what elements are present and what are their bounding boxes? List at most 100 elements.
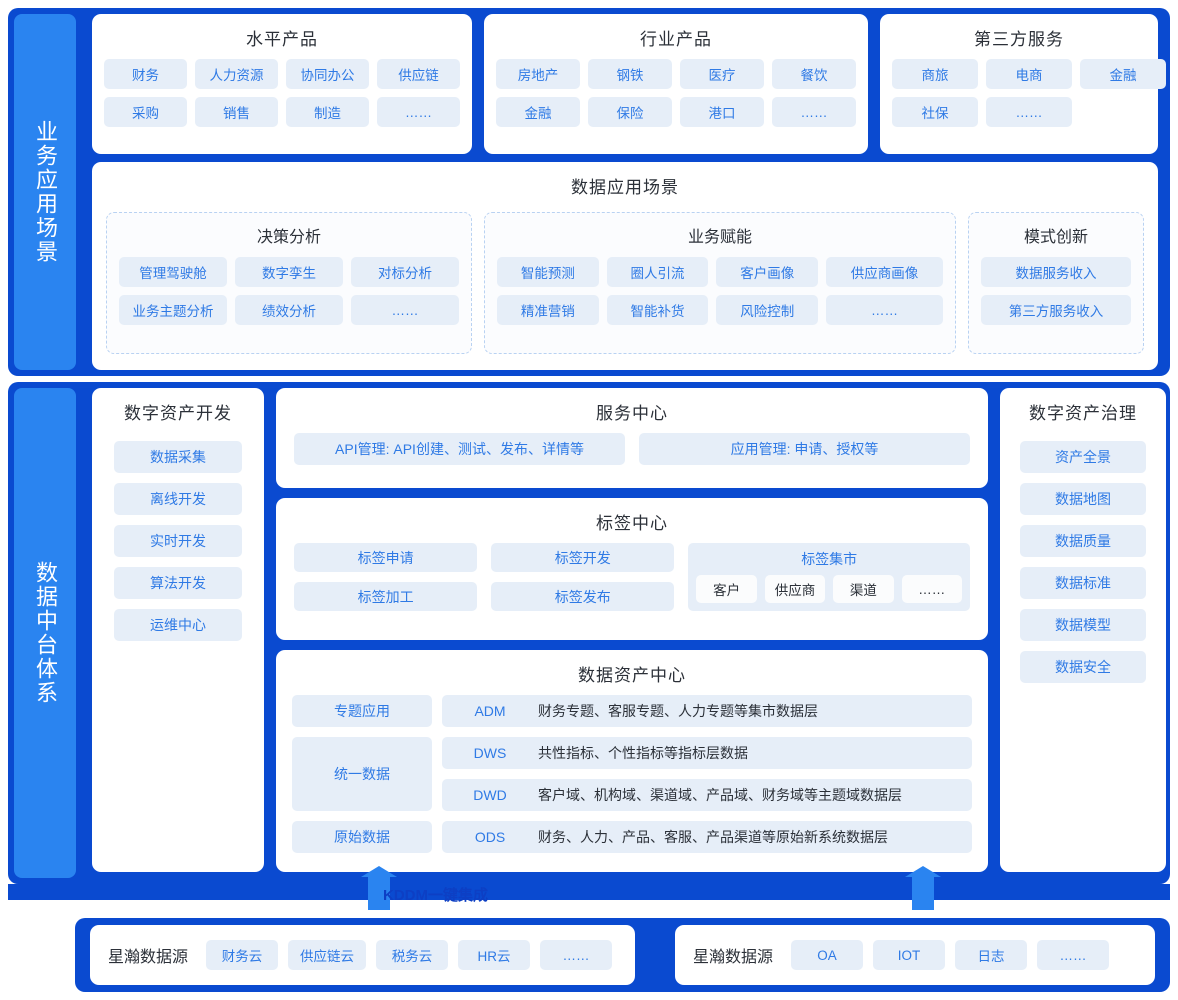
list-item[interactable]: 数据质量 bbox=[1020, 525, 1146, 557]
list-item[interactable]: 标签开发 bbox=[491, 543, 675, 572]
chip-item[interactable]: 供应商画像 bbox=[826, 257, 943, 287]
chip-item[interactable]: 客户画像 bbox=[716, 257, 819, 287]
source-chip-item-ellipsis[interactable]: …… bbox=[540, 940, 613, 970]
source-chip-item[interactable]: 财务云 bbox=[206, 940, 279, 970]
card-industry-products[interactable]: 行业产品 房地产 钢铁 医疗 餐饮 金融 保险 港口 …… bbox=[484, 14, 868, 154]
card-third-party-services[interactable]: 第三方服务 商旅 电商 金融 社保 …… bbox=[880, 14, 1166, 154]
source-title: 星瀚数据源 bbox=[108, 949, 189, 966]
chip-item[interactable]: 房地产 bbox=[496, 59, 580, 89]
card-tag-center[interactable]: 标签中心 标签申请 标签加工 标签开发 标签发布 标签集市 客户 供应商 渠道 … bbox=[276, 498, 988, 640]
chip-item[interactable]: 保险 bbox=[588, 97, 672, 127]
chip-item-ellipsis[interactable]: …… bbox=[377, 97, 460, 127]
chip-item[interactable]: 圈人引流 bbox=[606, 257, 709, 287]
chip-item[interactable]: 社保 bbox=[892, 97, 978, 127]
arrow-up-icon bbox=[905, 866, 941, 910]
chip-item[interactable]: 餐饮 bbox=[772, 59, 856, 89]
source-chip-item[interactable]: 税务云 bbox=[376, 940, 449, 970]
asset-layer-row[interactable]: DWS 共性指标、个性指标等指标层数据 bbox=[442, 737, 972, 769]
card-data-asset-center[interactable]: 数据资产中心 专题应用 统一数据 原始数据 ADM 财务专题、客服专题、人力专题… bbox=[276, 650, 988, 872]
card-horizontal-products[interactable]: 水平产品 财务 人力资源 协同办公 供应链 采购 销售 制造 …… bbox=[92, 14, 472, 154]
card-data-source-left[interactable]: 星瀚数据源 财务云 供应链云 税务云 HR云 …… bbox=[90, 925, 635, 985]
list-item[interactable]: 标签申请 bbox=[294, 543, 478, 572]
chip-item[interactable]: 电商 bbox=[986, 59, 1072, 89]
chip-item-ellipsis[interactable]: …… bbox=[772, 97, 856, 127]
chip-item[interactable]: 业务主题分析 bbox=[119, 295, 227, 325]
sub-chip-item[interactable]: 客户 bbox=[696, 575, 757, 603]
sub-chip-item-ellipsis[interactable]: …… bbox=[901, 575, 962, 603]
group-decision-analysis[interactable]: 决策分析 管理驾驶舱 数字孪生 对标分析 业务主题分析 绩效分析 …… bbox=[106, 212, 472, 354]
chip-item[interactable]: 精准营销 bbox=[497, 295, 599, 325]
card-service-center[interactable]: 服务中心 API管理: API创建、测试、发布、详情等 应用管理: 申请、授权等 bbox=[276, 388, 988, 488]
card-data-application-scenarios[interactable]: 数据应用场景 决策分析 管理驾驶舱 数字孪生 对标分析 业务主题分析 绩效分析 … bbox=[92, 162, 1158, 370]
source-chip-item[interactable]: HR云 bbox=[458, 940, 531, 970]
card-digital-asset-development[interactable]: 数字资产开发 数据采集 离线开发 实时开发 算法开发 运维中心 bbox=[92, 388, 264, 872]
group-business-empowerment[interactable]: 业务赋能 智能预测 圈人引流 客户画像 供应商画像 精准营销 智能补货 风险控制… bbox=[484, 212, 956, 354]
source-chip-item-ellipsis[interactable]: …… bbox=[1037, 940, 1110, 970]
list-item[interactable]: 离线开发 bbox=[114, 483, 242, 515]
list-item[interactable]: 数据采集 bbox=[114, 441, 242, 473]
list-item[interactable]: 实时开发 bbox=[114, 525, 242, 557]
list-item[interactable]: 标签加工 bbox=[294, 582, 478, 611]
chip-item[interactable]: 港口 bbox=[680, 97, 764, 127]
asset-layer-row[interactable]: ADM 财务专题、客服专题、人力专题等集市数据层 bbox=[442, 695, 972, 727]
chip-item[interactable]: 制造 bbox=[286, 97, 369, 127]
list-item[interactable]: 数据安全 bbox=[1020, 651, 1146, 683]
group-model-innovation[interactable]: 模式创新 数据服务收入 第三方服务收入 bbox=[968, 212, 1144, 354]
chip-item[interactable]: 数字孪生 bbox=[235, 257, 343, 287]
chip-item[interactable]: 采购 bbox=[104, 97, 187, 127]
asset-tier-label[interactable]: 专题应用 bbox=[292, 695, 432, 727]
chip-item[interactable]: 协同办公 bbox=[286, 59, 369, 89]
chip-row: 采购 销售 制造 …… bbox=[92, 97, 472, 135]
chip-item[interactable]: 销售 bbox=[195, 97, 278, 127]
group-title: 业务赋能 bbox=[687, 229, 752, 246]
source-chip-item[interactable]: OA bbox=[791, 940, 864, 970]
chip-item-ellipsis[interactable]: …… bbox=[351, 295, 459, 325]
source-chip-item[interactable]: IOT bbox=[873, 940, 946, 970]
source-chip-item[interactable]: 供应链云 bbox=[288, 940, 367, 970]
card-digital-asset-governance[interactable]: 数字资产治理 资产全景 数据地图 数据质量 数据标准 数据模型 数据安全 bbox=[1000, 388, 1166, 872]
chip-item[interactable]: 钢铁 bbox=[588, 59, 672, 89]
chip-item[interactable]: 绩效分析 bbox=[235, 295, 343, 325]
tag-market-panel[interactable]: 标签集市 客户 供应商 渠道 …… bbox=[688, 543, 970, 611]
asset-tier-label[interactable]: 统一数据 bbox=[292, 737, 432, 811]
asset-layer-row[interactable]: ODS 财务、人力、产品、客服、产品渠道等原始新系统数据层 bbox=[442, 821, 972, 853]
chip-item[interactable]: 金融 bbox=[1080, 59, 1166, 89]
chip-row: 商旅 电商 金融 bbox=[880, 59, 1166, 97]
chip-item[interactable]: 第三方服务收入 bbox=[981, 295, 1131, 325]
chip-item[interactable]: 商旅 bbox=[892, 59, 978, 89]
chip-item[interactable]: 医疗 bbox=[680, 59, 764, 89]
chip-item[interactable]: 人力资源 bbox=[195, 59, 278, 89]
chip-item[interactable]: 金融 bbox=[496, 97, 580, 127]
asset-tier-label[interactable]: 原始数据 bbox=[292, 821, 432, 853]
source-chip-item[interactable]: 日志 bbox=[955, 940, 1028, 970]
chip-item[interactable]: 供应链 bbox=[377, 59, 460, 89]
tag-center-body: 标签申请 标签加工 标签开发 标签发布 标签集市 客户 供应商 渠道 …… bbox=[276, 543, 988, 611]
list-item[interactable]: 资产全景 bbox=[1020, 441, 1146, 473]
chip-item[interactable]: 风险控制 bbox=[716, 295, 819, 325]
chip-item[interactable]: 智能补货 bbox=[606, 295, 709, 325]
card-data-source-right[interactable]: 星瀚数据源 OA IOT 日志 …… bbox=[675, 925, 1155, 985]
chip-item[interactable]: 数据服务收入 bbox=[981, 257, 1131, 287]
asset-layer-row[interactable]: DWD 客户域、机构域、渠道域、产品域、财务域等主题域数据层 bbox=[442, 779, 972, 811]
list-item[interactable]: 数据地图 bbox=[1020, 483, 1146, 515]
list-item[interactable]: 数据标准 bbox=[1020, 567, 1146, 599]
chip-item-ellipsis[interactable]: …… bbox=[986, 97, 1072, 127]
asset-layer-code: DWS bbox=[473, 745, 507, 761]
asset-layer-desc: 客户域、机构域、渠道域、产品域、财务域等主题域数据层 bbox=[538, 787, 902, 803]
sub-chip-item[interactable]: 渠道 bbox=[833, 575, 894, 603]
chip-item[interactable]: 智能预测 bbox=[497, 257, 599, 287]
service-app-management[interactable]: 应用管理: 申请、授权等 bbox=[639, 433, 970, 465]
chip-item[interactable]: 对标分析 bbox=[351, 257, 459, 287]
sub-chip-item[interactable]: 供应商 bbox=[764, 575, 826, 603]
chip-item[interactable]: 管理驾驶舱 bbox=[119, 257, 227, 287]
chip-item-ellipsis[interactable]: …… bbox=[826, 295, 943, 325]
list-item[interactable]: 标签发布 bbox=[491, 582, 675, 611]
group-title: 决策分析 bbox=[256, 229, 321, 246]
service-api-management[interactable]: API管理: API创建、测试、发布、详情等 bbox=[294, 433, 625, 465]
list-item[interactable]: 算法开发 bbox=[114, 567, 242, 599]
list-item[interactable]: 数据模型 bbox=[1020, 609, 1146, 641]
list-item[interactable]: 运维中心 bbox=[114, 609, 242, 641]
chip-item[interactable]: 财务 bbox=[104, 59, 187, 89]
asset-layer-code: ODS bbox=[474, 829, 506, 845]
chip-row: 管理驾驶舱 数字孪生 对标分析 bbox=[107, 257, 471, 295]
